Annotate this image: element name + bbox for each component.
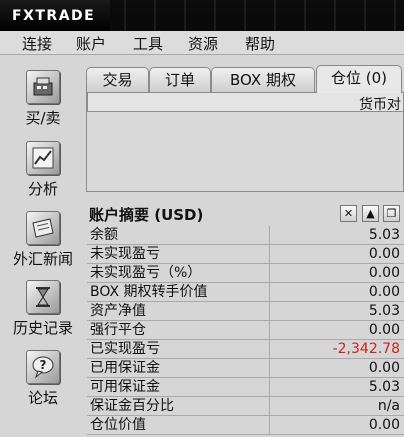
tab-positions[interactable]: 仓位 (0)	[316, 65, 402, 93]
newspaper-icon	[26, 211, 60, 245]
summary-value: 0.00	[368, 417, 400, 433]
account-summary-title: 账户摘要 (USD)	[89, 206, 204, 224]
column-currency-pair[interactable]: 货币对	[359, 94, 401, 114]
summary-label: 仓位价值	[87, 416, 270, 435]
summary-row: BOX 期权转手价值 0.00	[87, 283, 404, 302]
summary-row: 资产净值 5.03	[87, 302, 404, 321]
summary-value: 5.03	[368, 303, 400, 319]
summary-label: 未实现盈亏	[87, 245, 270, 264]
summary-row: 已实现盈亏 -2,342.78	[87, 340, 404, 359]
summary-value: 5.03	[368, 379, 400, 395]
collapse-button[interactable]: ▲	[362, 205, 379, 222]
summary-label: 已用保证金	[87, 359, 270, 378]
summary-row: 余额 5.03	[87, 226, 404, 245]
sidebar-item-news[interactable]: 外汇新闻	[0, 211, 86, 269]
summary-row: 仓位价值 0.00	[87, 416, 404, 435]
summary-row: 强行平仓 0.00	[87, 321, 404, 340]
sidebar-item-forum[interactable]: ? 论坛	[0, 350, 86, 408]
summary-row: 未实现盈亏（%） 0.00	[87, 264, 404, 283]
summary-label: 可用保证金	[87, 378, 270, 397]
summary-label: 强行平仓	[87, 321, 270, 340]
sidebar-item-analysis[interactable]: 分析	[0, 141, 86, 199]
account-summary-panel: 账户摘要 (USD) ✕ ▲ ❐ 余额 5.03 未实现盈亏 0.00 未实现盈亏（%）…	[86, 202, 404, 437]
menu-connect[interactable]: 连接	[22, 33, 52, 54]
summary-label: 保证金百分比	[87, 397, 270, 416]
summary-value: 0.00	[368, 360, 400, 376]
title-bar: FXTRADE	[0, 0, 404, 31]
summary-value: n/a	[377, 398, 400, 414]
close-button[interactable]: ✕	[340, 205, 357, 222]
summary-row: 可用保证金 5.03	[87, 378, 404, 397]
summary-row: 保证金百分比 n/a	[87, 397, 404, 416]
summary-value: 0.00	[368, 246, 400, 262]
summary-label: 已实现盈亏	[87, 340, 270, 359]
hourglass-icon	[26, 280, 60, 314]
chart-analysis-icon	[26, 141, 60, 175]
summary-value: 5.03	[368, 227, 400, 243]
ticker-strip	[110, 0, 404, 31]
positions-header: 货币对	[87, 93, 403, 114]
account-summary-table: 余额 5.03 未实现盈亏 0.00 未实现盈亏（%） 0.00 BOX 期权转手价值 0.0…	[87, 226, 404, 435]
menu-tools[interactable]: 工具	[133, 33, 163, 54]
summary-value: 0.00	[368, 322, 400, 338]
tab-strip: 交易 订单 BOX 期权 仓位 (0)	[86, 65, 404, 93]
tab-orders[interactable]: 订单	[149, 67, 211, 92]
app-logo: FXTRADE	[12, 8, 96, 24]
summary-value: 0.00	[368, 284, 400, 300]
question-bubble-icon: ?	[26, 350, 60, 384]
summary-row: 未实现盈亏 0.00	[87, 245, 404, 264]
account-summary-header: 账户摘要 (USD) ✕ ▲ ❐	[86, 202, 404, 224]
tab-trade[interactable]: 交易	[86, 67, 149, 92]
summary-label: 资产净值	[87, 302, 270, 321]
sidebar-item-trade[interactable]: 买/卖	[0, 70, 86, 128]
sidebar: 买/卖 分析 外汇新闻 历史记录 ? 论坛	[0, 56, 86, 437]
positions-panel: 货币对	[86, 92, 404, 192]
menu-help[interactable]: 帮助	[245, 33, 275, 54]
svg-text:?: ?	[40, 358, 47, 372]
summary-label: 未实现盈亏（%）	[87, 264, 270, 283]
restore-button[interactable]: ❐	[383, 205, 400, 222]
summary-value: -2,342.78	[332, 341, 400, 357]
menu-account[interactable]: 账户	[76, 33, 106, 54]
summary-value: 0.00	[368, 265, 400, 281]
menu-bar: 连接 账户 工具 资源 帮助	[0, 31, 404, 55]
cash-register-icon	[26, 70, 60, 104]
sidebar-item-history[interactable]: 历史记录	[0, 280, 86, 338]
tab-box-options[interactable]: BOX 期权	[211, 67, 315, 92]
menu-resources[interactable]: 资源	[188, 33, 218, 54]
summary-label: BOX 期权转手价值	[87, 283, 270, 302]
summary-label: 余额	[87, 226, 270, 245]
summary-row: 已用保证金 0.00	[87, 359, 404, 378]
